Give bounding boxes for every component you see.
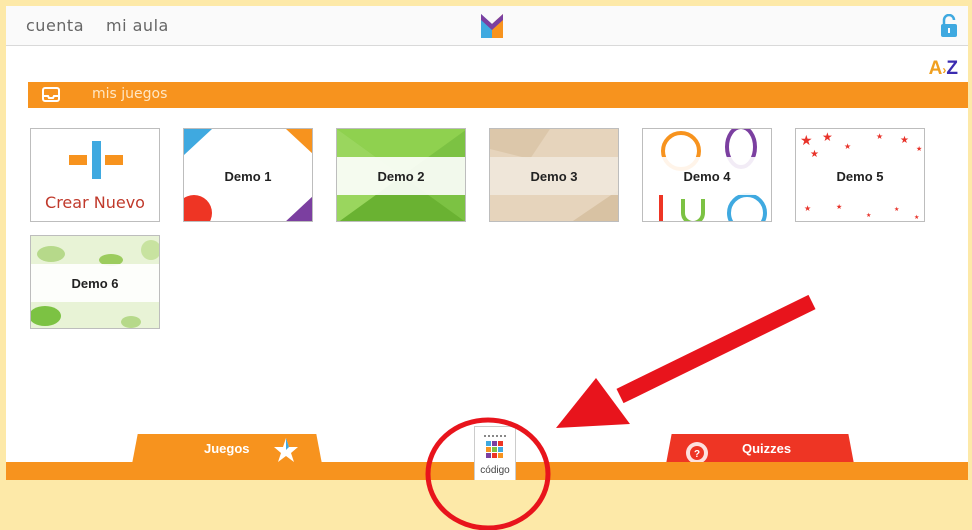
section-title: mis juegos — [92, 86, 168, 102]
game-card-demo-6[interactable]: Demo 6 — [30, 235, 160, 329]
game-card-demo-3[interactable]: Demo 3 — [489, 128, 619, 222]
create-new-label: Crear Nuevo — [45, 193, 145, 212]
svg-text:★: ★ — [866, 212, 871, 219]
svg-text:★: ★ — [844, 142, 851, 151]
game-card-demo-5[interactable]: ★ ★ ★ ★ ★ ★ ★ ★ ★ ★ ★ ★ Demo 5 — [795, 128, 925, 222]
svg-text:★: ★ — [822, 130, 833, 144]
tab-quizzes-label: Quizzes — [742, 441, 792, 456]
mis-juegos-header: mis juegos — [28, 82, 968, 108]
nav-cuenta[interactable]: cuenta — [26, 16, 84, 35]
card-label: Demo 2 — [337, 157, 465, 195]
nav-mi-aula[interactable]: mi aula — [106, 16, 169, 35]
tab-quizzes[interactable]: ? Quizzes — [666, 434, 854, 464]
sort-az-button[interactable]: A›Z — [929, 58, 958, 80]
codigo-button[interactable]: código — [474, 426, 516, 480]
game-card-demo-4[interactable]: Demo 4 — [642, 128, 772, 222]
app-window: cuenta mi aula A›Z mis juegos Crear Nuev… — [6, 6, 968, 480]
top-bar: cuenta mi aula — [6, 6, 968, 46]
grid-code-icon — [484, 435, 506, 458]
svg-text:★: ★ — [804, 204, 811, 213]
sort-a: A — [928, 58, 943, 79]
card-label: Demo 3 — [490, 157, 618, 195]
create-new-card[interactable]: Crear Nuevo — [30, 128, 160, 222]
game-card-demo-2[interactable]: Demo 2 — [336, 128, 466, 222]
unlock-icon[interactable] — [940, 14, 958, 38]
svg-text:★: ★ — [900, 135, 909, 146]
card-label: Demo 6 — [31, 264, 159, 302]
svg-text:★: ★ — [914, 214, 919, 221]
card-label: Demo 4 — [643, 157, 771, 195]
sort-z: Z — [946, 58, 958, 79]
codigo-label: código — [480, 465, 510, 476]
svg-text:★: ★ — [916, 145, 922, 153]
tab-juegos[interactable]: Juegos — [132, 434, 322, 464]
svg-text:★: ★ — [876, 132, 883, 141]
tab-juegos-label: Juegos — [204, 441, 250, 456]
plus-icon — [92, 141, 101, 179]
star-icon — [274, 438, 298, 462]
inbox-icon — [42, 87, 60, 102]
game-card-demo-1[interactable]: Demo 1 — [183, 128, 313, 222]
svg-text:★: ★ — [836, 203, 842, 211]
svg-text:★: ★ — [894, 206, 899, 213]
svg-text:★: ★ — [800, 132, 813, 148]
card-label: Demo 1 — [184, 157, 312, 195]
m-logo-icon[interactable] — [481, 14, 503, 38]
svg-text:?: ? — [694, 449, 700, 460]
card-label: Demo 5 — [796, 157, 924, 195]
